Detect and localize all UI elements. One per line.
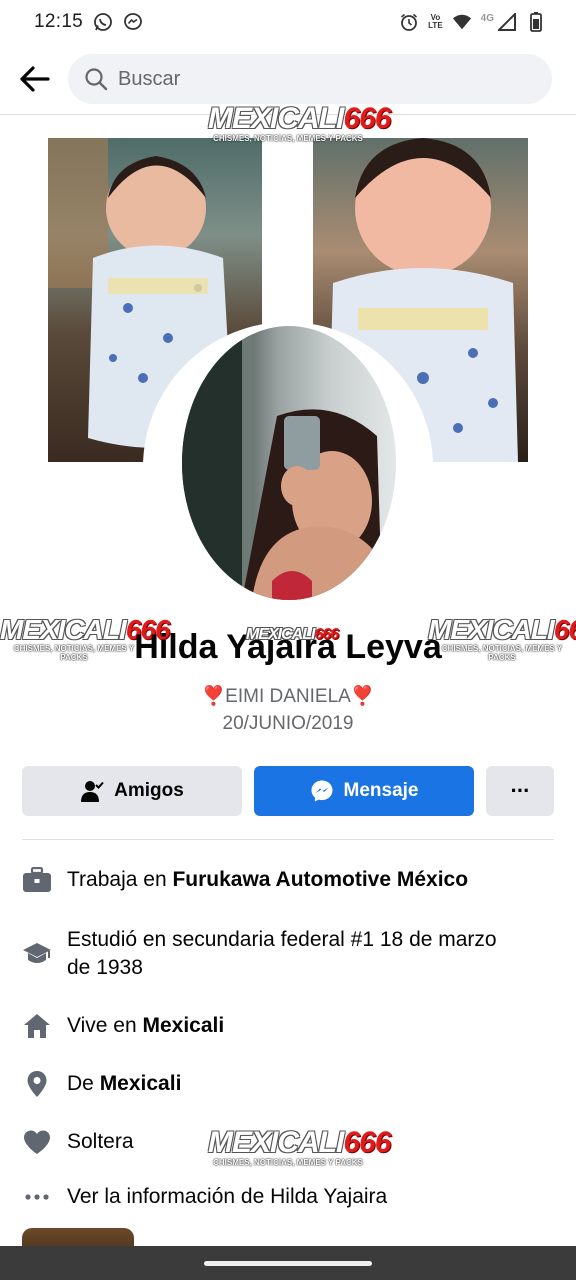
message-button[interactable]: Mensaje	[254, 766, 474, 816]
heart-icon	[20, 1128, 54, 1156]
intro-work: Trabaja en Furukawa Automotive México	[20, 866, 560, 894]
status-time: 12:15	[34, 11, 84, 32]
from-city[interactable]: Mexicali	[100, 1072, 182, 1095]
status-bar: 12:15 Vo LTE 4G	[0, 0, 576, 44]
bio-line-2: 20/JUNIO/2019	[222, 713, 354, 734]
alarm-icon	[399, 12, 419, 32]
volte-label-bottom: LTE	[428, 21, 443, 30]
bio-line-1: ❣️EIMI DANIELA❣️	[201, 686, 375, 707]
friends-button[interactable]: Amigos	[22, 766, 242, 816]
status-right: Vo LTE 4G	[399, 12, 546, 32]
search-input[interactable]	[118, 67, 458, 91]
battery-icon	[526, 12, 546, 32]
messenger-icon	[123, 12, 143, 32]
intro-from-text: De Mexicali	[67, 1070, 181, 1098]
system-nav-bar	[0, 1246, 576, 1280]
messenger-icon	[311, 780, 332, 802]
section-divider	[22, 839, 554, 840]
friends-check-icon	[81, 781, 104, 802]
intro-education: Estudió en secundaria federal #1 18 de m…	[20, 926, 560, 982]
from-prefix: De	[67, 1072, 100, 1095]
back-arrow-icon	[20, 66, 50, 92]
intro-see-info[interactable]: Ver la información de Hilda Yajaira	[20, 1183, 560, 1211]
more-options-button[interactable]: ···	[486, 766, 554, 816]
profile-actions: Amigos Mensaje ···	[22, 766, 554, 816]
network-label: 4G	[480, 12, 494, 24]
status-left: 12:15	[34, 11, 143, 33]
education-text: Estudió en secundaria federal #1 18 de m…	[67, 928, 497, 979]
work-prefix: Trabaja en	[67, 868, 173, 891]
more-dots-icon	[20, 1183, 54, 1211]
whatsapp-icon	[93, 12, 113, 32]
message-button-label: Mensaje	[343, 780, 419, 801]
intro-lives: Vive en Mexicali	[20, 1012, 560, 1040]
intro-lives-text: Vive en Mexicali	[67, 1012, 224, 1040]
lives-city[interactable]: Mexicali	[143, 1014, 225, 1037]
work-place[interactable]: Furukawa Automotive México	[172, 868, 468, 891]
search-header	[0, 48, 576, 110]
home-gesture-handle[interactable]	[204, 1261, 372, 1266]
home-icon	[20, 1012, 54, 1040]
search-icon	[85, 68, 108, 91]
intro-work-text: Trabaja en Furukawa Automotive México	[67, 866, 468, 894]
lives-prefix: Vive en	[67, 1014, 143, 1037]
header-divider	[0, 114, 576, 115]
profile-bio: ❣️EIMI DANIELA❣️ 20/JUNIO/2019	[0, 683, 576, 737]
location-pin-icon	[20, 1070, 54, 1098]
intro-relationship: Soltera	[20, 1128, 560, 1156]
search-box[interactable]	[68, 54, 552, 104]
back-button[interactable]	[14, 59, 54, 99]
signal-icon	[497, 12, 517, 32]
see-info-text[interactable]: Ver la información de Hilda Yajaira	[67, 1183, 387, 1211]
avatar-illustration	[182, 326, 396, 600]
wifi-icon	[452, 12, 472, 32]
intro-from: De Mexicali	[20, 1070, 560, 1098]
volte-icon: Vo LTE	[428, 14, 443, 30]
graduation-cap-icon	[20, 940, 54, 968]
friends-button-label: Amigos	[114, 780, 184, 801]
profile-avatar[interactable]	[182, 326, 396, 600]
intro-details: Trabaja en Furukawa Automotive México Es…	[20, 862, 560, 1211]
profile-name: Hilda Yajaira Leyva	[134, 628, 442, 666]
briefcase-icon	[20, 866, 54, 894]
more-options-icon: ···	[510, 778, 531, 803]
relationship-text: Soltera	[67, 1130, 134, 1153]
